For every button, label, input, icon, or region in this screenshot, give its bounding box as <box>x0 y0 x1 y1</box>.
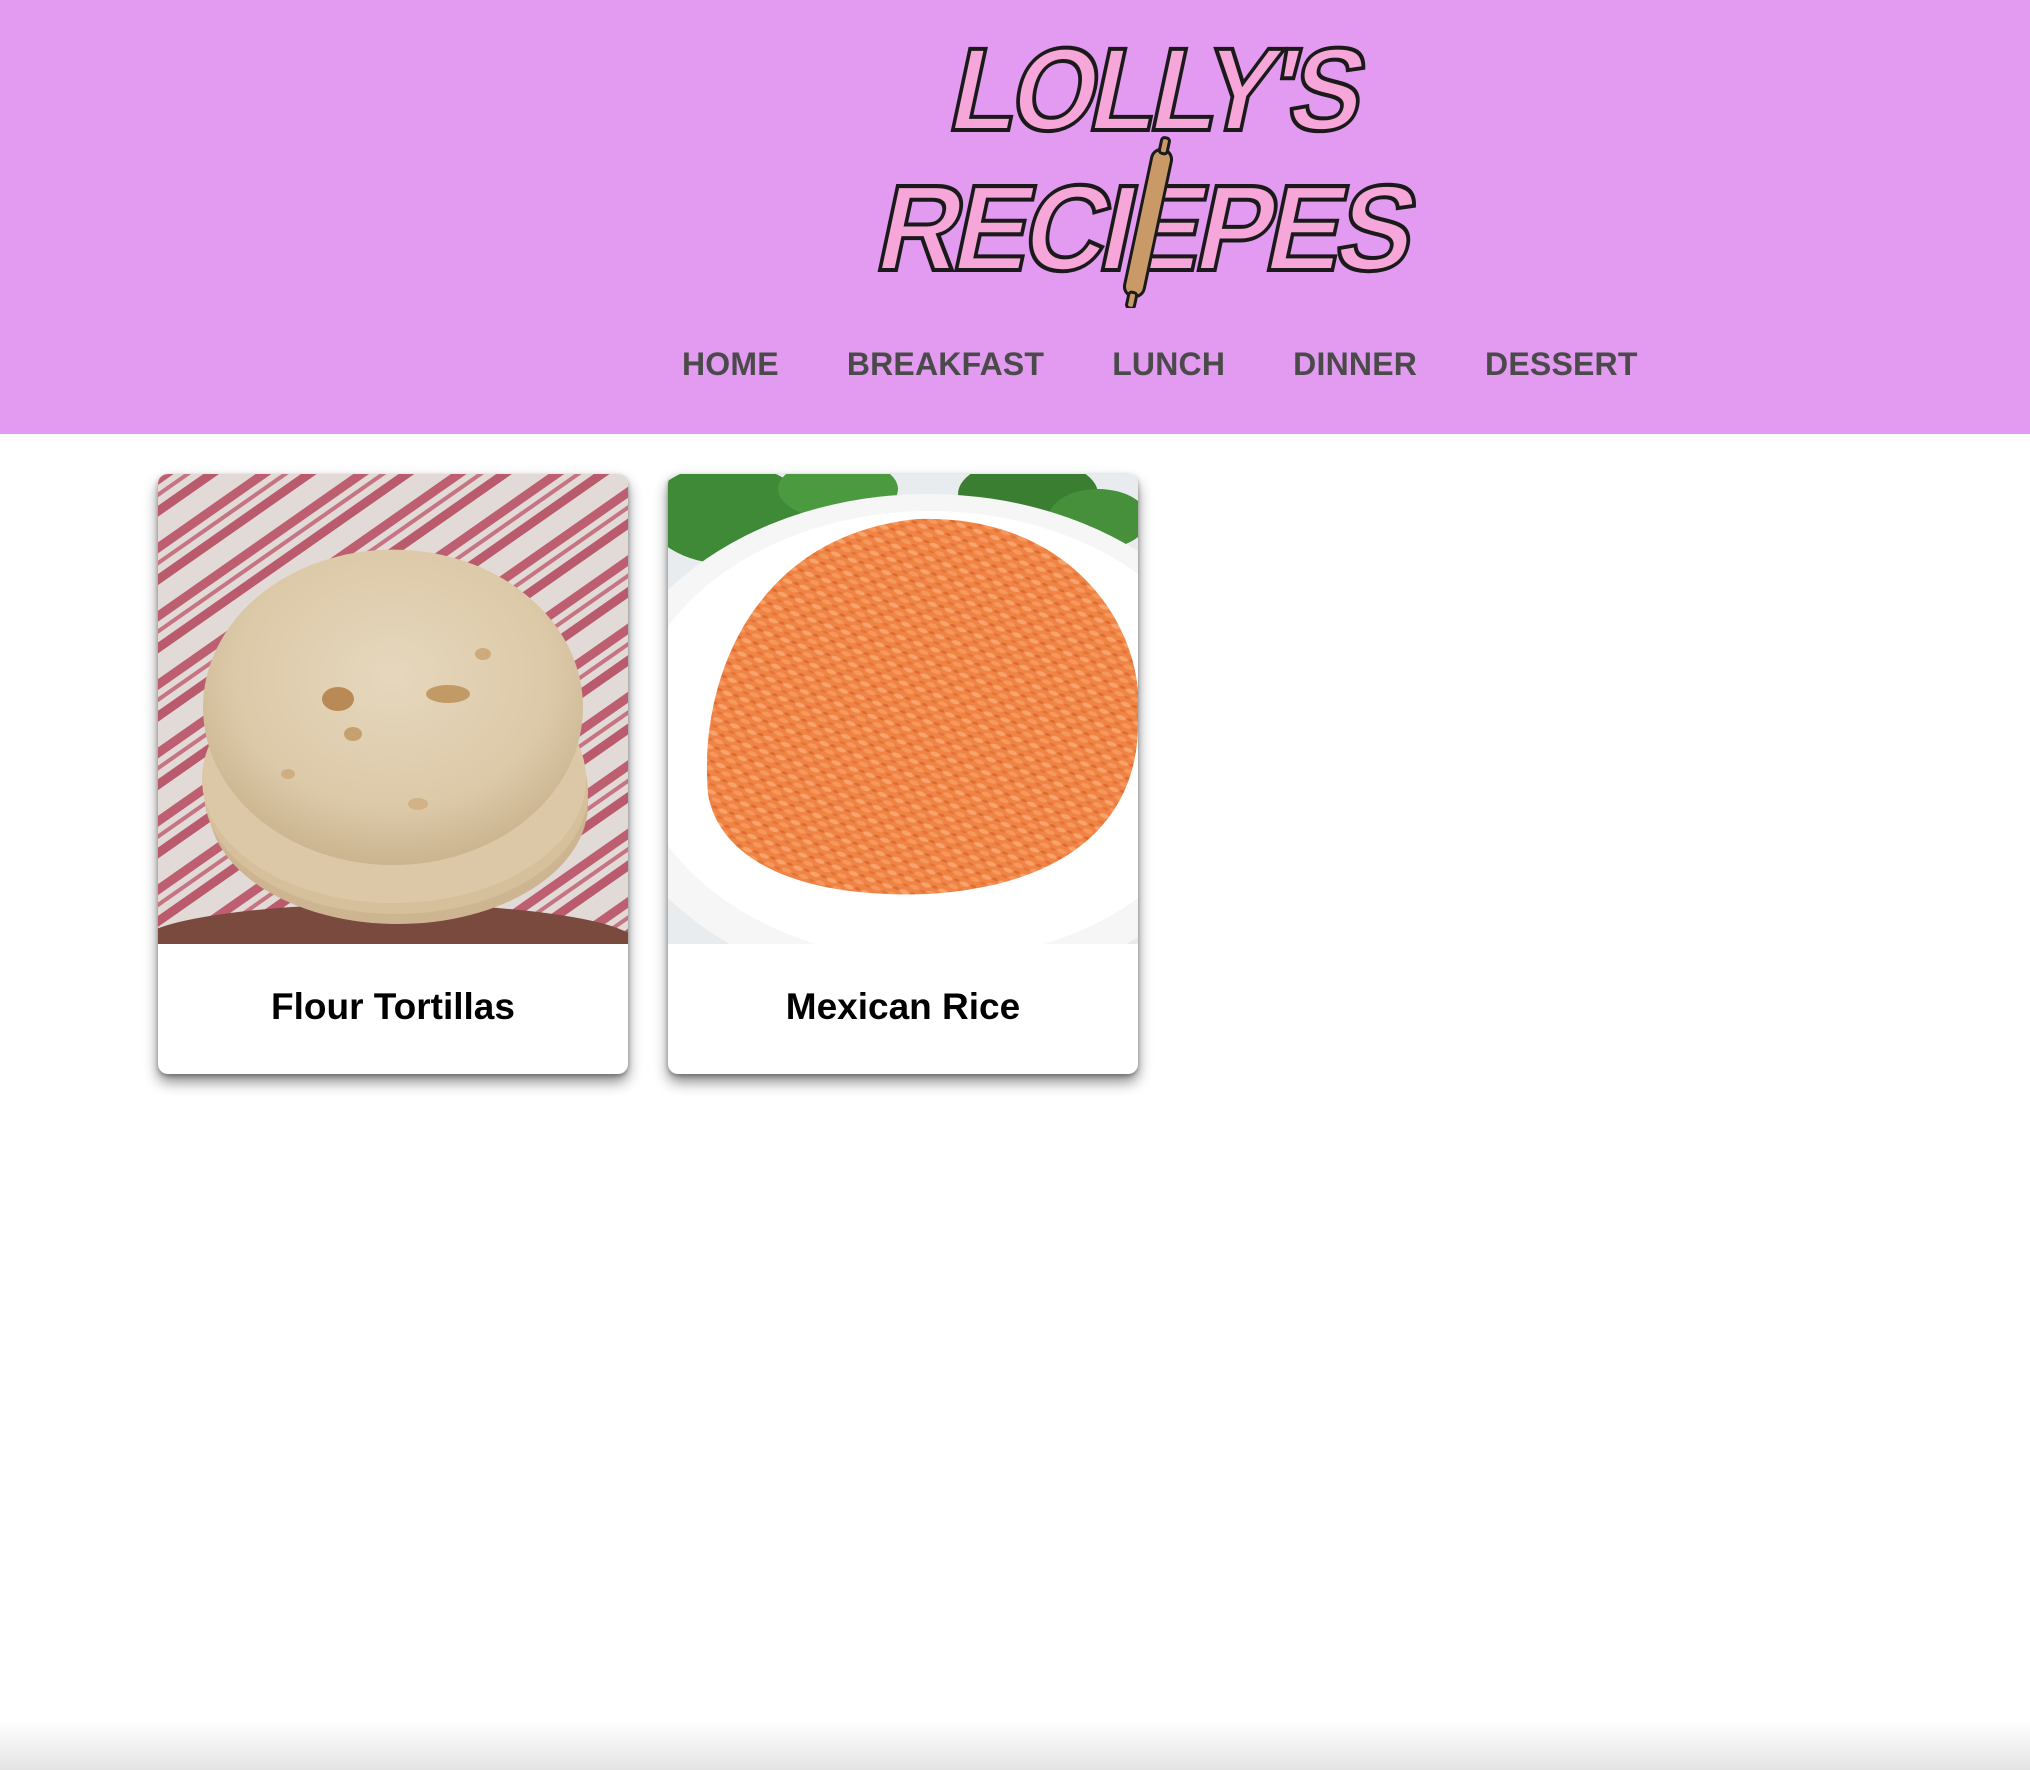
site-header: LOLLY'S RECIEPES HOME BREAKFAST LUNCH DI… <box>0 0 2030 434</box>
bottom-edge <box>0 1720 2030 1770</box>
nav-lunch[interactable]: LUNCH <box>1078 340 1259 388</box>
nav-home[interactable]: HOME <box>648 340 813 388</box>
nav-dinner[interactable]: DINNER <box>1259 340 1451 388</box>
nav-breakfast[interactable]: BREAKFAST <box>813 340 1078 388</box>
recipe-title[interactable]: Mexican Rice <box>668 944 1138 1074</box>
mexican-rice-image <box>668 474 1138 944</box>
recipe-title[interactable]: Flour Tortillas <box>158 944 628 1074</box>
site-logo[interactable]: LOLLY'S RECIEPES <box>870 18 1450 308</box>
svg-text:LOLLY'S: LOLLY'S <box>940 24 1376 156</box>
recipe-card[interactable]: Flour Tortillas <box>158 474 628 1074</box>
recipe-grid: Flour Tortillas Mexican Rice <box>158 474 1138 1074</box>
flour-tortillas-image <box>158 474 628 944</box>
main-nav: HOME BREAKFAST LUNCH DINNER DESSERT <box>648 340 1672 388</box>
nav-dessert[interactable]: DESSERT <box>1451 340 1672 388</box>
logo-image: LOLLY'S RECIEPES <box>870 22 1428 308</box>
recipe-card[interactable]: Mexican Rice <box>668 474 1138 1074</box>
